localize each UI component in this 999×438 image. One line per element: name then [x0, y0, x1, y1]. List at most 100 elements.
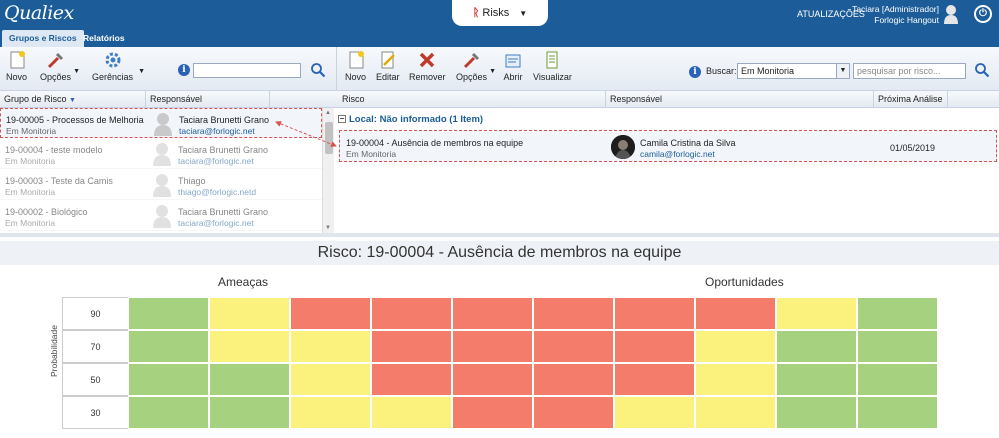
gerencias-button[interactable]: Gerências ▼: [92, 50, 145, 82]
tab-grupos-e-riscos[interactable]: Grupos e Riscos: [2, 30, 84, 47]
logout-power-icon[interactable]: ⏻: [974, 5, 992, 23]
info-icon[interactable]: i: [689, 66, 701, 78]
heatmap-cell: [776, 330, 857, 363]
threats-label: Ameaças: [218, 275, 269, 289]
tools-icon: [47, 52, 63, 69]
search-icon[interactable]: [310, 62, 326, 78]
y-tick-label: 90: [62, 297, 128, 330]
col-grupo-de-risco[interactable]: Grupo de Risco ▼: [0, 91, 146, 108]
group-status: Em Monitoria: [6, 126, 57, 136]
new-document-icon: [349, 51, 364, 69]
user-avatar-icon[interactable]: [943, 4, 959, 24]
col-responsavel-right[interactable]: Responsável: [606, 91, 874, 108]
local-group-header[interactable]: − Local: Não informado (1 Item): [338, 114, 483, 125]
heatmap-cell: [209, 297, 290, 330]
heatmap-cell: [371, 363, 452, 396]
novo-risk-button[interactable]: Novo: [345, 50, 366, 82]
status-filter-select[interactable]: Em Monitoria ▼: [737, 63, 850, 79]
collapse-minus-icon[interactable]: −: [338, 115, 346, 124]
next-analysis-date: 01/05/2019: [890, 143, 936, 153]
heatmap-cell: [128, 330, 209, 363]
responsible-email[interactable]: camila@forlogic.net: [640, 149, 715, 159]
heatmap-cell: [533, 330, 614, 363]
responsible-name: Taciara Brunetti Grano: [178, 207, 269, 217]
group-code: 19-00003 - Teste da Camis: [5, 176, 113, 186]
info-icon[interactable]: i: [178, 64, 190, 76]
chevron-down-icon: ▼: [519, 9, 528, 18]
list-item[interactable]: 19-00005 - Processos de Melhoria Em Moni…: [0, 108, 322, 138]
left-search-input[interactable]: [193, 63, 301, 78]
list-item[interactable]: 19-00002 - Biológico Em Monitoria Taciar…: [0, 201, 322, 231]
left-toolbar: Novo Opções ▼ Gerências ▼ i: [0, 47, 336, 91]
left-grid-header: Grupo de Risco ▼ Responsável: [0, 91, 336, 108]
editar-button[interactable]: Editar: [376, 50, 400, 82]
risk-search-input[interactable]: [853, 63, 966, 79]
editar-label: Editar: [376, 72, 400, 82]
visualizar-label: Visualizar: [533, 72, 572, 82]
dropdown-arrow-icon: ▼: [489, 68, 497, 75]
risk-row[interactable]: 19-00004 - Ausência de membros na equipe…: [339, 130, 997, 162]
heatmap-cell: [533, 363, 614, 396]
heatmap-cell: [614, 330, 695, 363]
scroll-thumb[interactable]: [325, 122, 333, 154]
avatar-placeholder-icon: [154, 113, 172, 136]
group-status: Em Monitoria: [5, 187, 56, 197]
heatmap-cell: [452, 330, 533, 363]
y-tick-label: 30: [62, 396, 128, 429]
heatmap-cell: [857, 396, 938, 429]
gerencias-label: Gerências: [92, 72, 134, 82]
open-icon: [505, 54, 521, 68]
novo-group-button[interactable]: Novo: [6, 50, 27, 82]
responsible-name: Taciara Brunetti Grano: [179, 115, 270, 125]
gear-icon: [105, 52, 121, 68]
group-status: Em Monitoria: [5, 156, 56, 166]
heatmap-cell: [371, 330, 452, 363]
app-logo[interactable]: Qualiex: [4, 2, 74, 24]
heatmap-cell: [128, 297, 209, 330]
list-item[interactable]: 19-00004 - teste modelo Em Monitoria Tac…: [0, 139, 322, 169]
list-item[interactable]: 19-00003 - Teste da Camis Em Monitoria T…: [0, 170, 322, 200]
risk-status: Em Monitoria: [346, 149, 397, 159]
heatmap-cell: [614, 363, 695, 396]
user-info[interactable]: Taciara [Administrador] Forlogic Hangout: [852, 4, 939, 26]
responsible-email[interactable]: taciara@forlogic.net: [178, 218, 254, 228]
responsible-email[interactable]: thiago@forlogic.netd: [178, 187, 256, 197]
col-proxima-analise[interactable]: Próxima Análise: [874, 91, 948, 108]
responsible-email[interactable]: taciara@forlogic.net: [179, 126, 255, 136]
tab-relatorios[interactable]: Relatórios: [76, 30, 132, 47]
col-responsavel-left[interactable]: Responsável: [146, 91, 270, 108]
tools-icon: [463, 52, 479, 69]
avatar-placeholder-icon: [153, 205, 171, 228]
y-tick-label: 70: [62, 330, 128, 363]
abrir-button[interactable]: Abrir: [503, 50, 523, 82]
heatmap-cell: [128, 363, 209, 396]
heatmap-cell: [290, 330, 371, 363]
delete-x-icon: [420, 52, 435, 68]
scroll-down-icon[interactable]: ▼: [325, 225, 331, 231]
dropdown-arrow-icon: ▼: [73, 68, 81, 75]
module-selector[interactable]: ᚱ Risks ▼: [452, 0, 548, 26]
heatmap-cell: [290, 297, 371, 330]
opcoes-left-button[interactable]: Opções ▼: [40, 50, 80, 82]
col-risco[interactable]: Risco: [336, 91, 606, 108]
heatmap-cell: [695, 297, 776, 330]
visualizar-button[interactable]: Visualizar: [533, 50, 572, 82]
left-list-scrollbar[interactable]: ▲ ▼: [322, 108, 334, 233]
dropdown-arrow-icon: ▼: [138, 68, 146, 75]
remover-button[interactable]: Remover: [409, 50, 446, 82]
user-name: Taciara [Administrador]: [852, 4, 939, 14]
responsible-name: Taciara Brunetti Grano: [178, 145, 269, 155]
heatmap-cell: [209, 330, 290, 363]
scroll-up-icon[interactable]: ▲: [325, 110, 331, 116]
search-icon[interactable]: [974, 62, 990, 78]
group-code: 19-00005 - Processos de Melhoria: [6, 115, 144, 125]
status-filter-value: Em Monitoria: [741, 66, 795, 76]
chevron-down-icon: ▼: [836, 64, 849, 78]
risk-matrix-chart: Risco: 19-00004 - Ausência de membros na…: [0, 237, 999, 438]
y-axis-label: Probabilidade: [49, 325, 59, 377]
buscar-label: Buscar:: [706, 66, 737, 76]
heatmap-cell: [371, 396, 452, 429]
local-group-label: Local: Não informado (1 Item): [349, 114, 484, 125]
opcoes-right-button[interactable]: Opções ▼: [456, 50, 496, 82]
responsible-email[interactable]: taciara@forlogic.net: [178, 156, 254, 166]
